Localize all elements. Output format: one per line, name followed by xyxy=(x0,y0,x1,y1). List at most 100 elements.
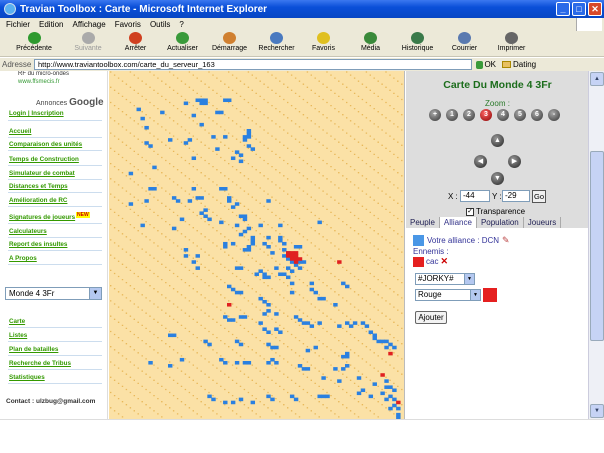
arrow-right-icon[interactable]: ▶ xyxy=(508,155,521,168)
ally-village-cell[interactable] xyxy=(203,208,208,212)
x-input[interactable]: -44 xyxy=(460,190,490,202)
ally-village-cell[interactable] xyxy=(341,367,346,371)
tab-alliance[interactable]: Alliance xyxy=(439,217,477,228)
ally-village-cell[interactable] xyxy=(262,299,267,304)
ally-village-cell[interactable] xyxy=(309,287,315,292)
ally-village-cell[interactable] xyxy=(199,122,204,127)
enemy-village-cell[interactable] xyxy=(396,400,401,405)
zoom-button-0[interactable]: + xyxy=(429,109,441,121)
enemy-village-cell[interactable] xyxy=(227,303,232,307)
ally-village-cell[interactable] xyxy=(242,214,248,219)
ally-village-cell[interactable] xyxy=(262,312,267,316)
ally-village-cell[interactable] xyxy=(191,156,197,161)
ally-village-cell[interactable] xyxy=(207,342,212,347)
chevron-down-icon[interactable]: ▼ xyxy=(470,290,480,300)
ally-village-cell[interactable] xyxy=(211,135,216,139)
ally-village-cell[interactable] xyxy=(313,290,318,295)
ally-village-cell[interactable] xyxy=(388,385,393,389)
toolbar-history-button[interactable]: Historique xyxy=(394,32,441,56)
ally-village-cell[interactable] xyxy=(238,397,244,402)
ally-village-cell[interactable] xyxy=(230,318,236,322)
ally-village-cell[interactable] xyxy=(297,364,303,368)
ally-village-cell[interactable] xyxy=(305,321,311,325)
ally-village-cell[interactable] xyxy=(266,275,271,280)
ally-village-cell[interactable] xyxy=(223,135,228,139)
ally-village-cell[interactable] xyxy=(380,391,385,396)
ally-village-cell[interactable] xyxy=(183,254,189,258)
ally-village-cell[interactable] xyxy=(313,345,318,350)
zoom-button-2[interactable]: 2 xyxy=(463,109,475,121)
toolbar-stop-button[interactable]: Arrêter xyxy=(112,32,159,56)
ally-village-cell[interactable] xyxy=(305,348,311,353)
ally-village-cell[interactable] xyxy=(238,315,244,319)
ally-village-cell[interactable] xyxy=(317,394,322,399)
minimize-button[interactable]: _ xyxy=(556,2,570,16)
ally-village-cell[interactable] xyxy=(227,196,232,200)
ally-village-cell[interactable] xyxy=(368,330,374,335)
sidebar-link-8[interactable]: Report des insultes xyxy=(9,241,67,248)
ally-village-cell[interactable] xyxy=(278,272,283,277)
ally-village-cell[interactable] xyxy=(258,223,263,228)
ally-village-cell[interactable] xyxy=(187,138,193,142)
ally-village-cell[interactable] xyxy=(168,333,173,338)
ally-village-cell[interactable] xyxy=(274,327,279,331)
ally-village-cell[interactable] xyxy=(376,339,381,344)
ally-village-cell[interactable] xyxy=(250,241,256,246)
ally-village-cell[interactable] xyxy=(246,245,252,249)
sidebar-link-6[interactable]: Signatures de joueurs xyxy=(9,214,75,221)
ally-village-cell[interactable] xyxy=(242,315,248,319)
ads-by-google[interactable]: Annonces Google xyxy=(36,97,104,108)
ally-village-cell[interactable] xyxy=(341,354,346,359)
sidebar-link-0[interactable]: Accueil xyxy=(9,128,31,135)
ally-village-cell[interactable] xyxy=(199,101,204,106)
ally-village-cell[interactable] xyxy=(301,321,307,325)
ally-village-cell[interactable] xyxy=(396,412,401,417)
ally-village-cell[interactable] xyxy=(250,400,256,405)
ally-village-cell[interactable] xyxy=(246,135,252,139)
ally-village-cell[interactable] xyxy=(183,141,189,145)
ally-village-cell[interactable] xyxy=(274,345,279,350)
ally-village-cell[interactable] xyxy=(282,248,287,252)
ally-village-cell[interactable] xyxy=(136,107,141,112)
ally-village-cell[interactable] xyxy=(262,275,267,280)
ally-village-cell[interactable] xyxy=(175,199,181,203)
ally-village-cell[interactable] xyxy=(293,263,299,267)
ally-village-cell[interactable] xyxy=(246,144,252,148)
ally-village-cell[interactable] xyxy=(289,394,295,399)
ally-village-cell[interactable] xyxy=(364,324,370,328)
ally-village-cell[interactable] xyxy=(148,144,153,148)
ally-village-cell[interactable] xyxy=(262,272,267,277)
ally-village-cell[interactable] xyxy=(352,321,358,325)
address-input[interactable]: http://www.traviantoolbox.com/carte_du_s… xyxy=(34,59,472,70)
enemy-village-cell[interactable] xyxy=(286,254,291,258)
ally-village-cell[interactable] xyxy=(234,266,240,270)
ally-village-cell[interactable] xyxy=(246,226,252,231)
ally-village-cell[interactable] xyxy=(152,187,157,191)
ally-village-cell[interactable] xyxy=(227,98,232,103)
ally-village-cell[interactable] xyxy=(392,397,397,402)
ally-village-cell[interactable] xyxy=(305,367,311,371)
ally-village-cell[interactable] xyxy=(372,333,377,338)
toolbar-refresh-button[interactable]: Actualiser xyxy=(159,32,206,56)
ally-village-cell[interactable] xyxy=(191,187,197,191)
ally-village-cell[interactable] xyxy=(219,110,224,115)
ally-village-cell[interactable] xyxy=(140,223,145,228)
ally-village-cell[interactable] xyxy=(234,150,240,154)
ally-village-cell[interactable] xyxy=(246,248,252,252)
ally-village-cell[interactable] xyxy=(360,321,366,325)
ally-village-cell[interactable] xyxy=(211,397,216,402)
ally-village-cell[interactable] xyxy=(242,135,248,139)
ally-village-cell[interactable] xyxy=(195,98,200,103)
sidebar-link-5[interactable]: Amélioration de RC xyxy=(9,197,67,204)
toolbar-media-button[interactable]: Média xyxy=(347,32,394,56)
ally-village-cell[interactable] xyxy=(293,245,299,249)
ally-village-cell[interactable] xyxy=(384,397,389,402)
ally-village-cell[interactable] xyxy=(160,110,165,115)
toolbar-mail-button[interactable]: Courrier xyxy=(441,32,488,56)
sidebar-link-7[interactable]: Calculateurs xyxy=(9,228,47,235)
ally-village-cell[interactable] xyxy=(254,272,259,277)
ally-village-cell[interactable] xyxy=(242,229,248,234)
bookmark-dating[interactable]: Dating xyxy=(502,60,536,69)
ally-village-cell[interactable] xyxy=(258,321,263,325)
ally-village-cell[interactable] xyxy=(286,257,291,261)
